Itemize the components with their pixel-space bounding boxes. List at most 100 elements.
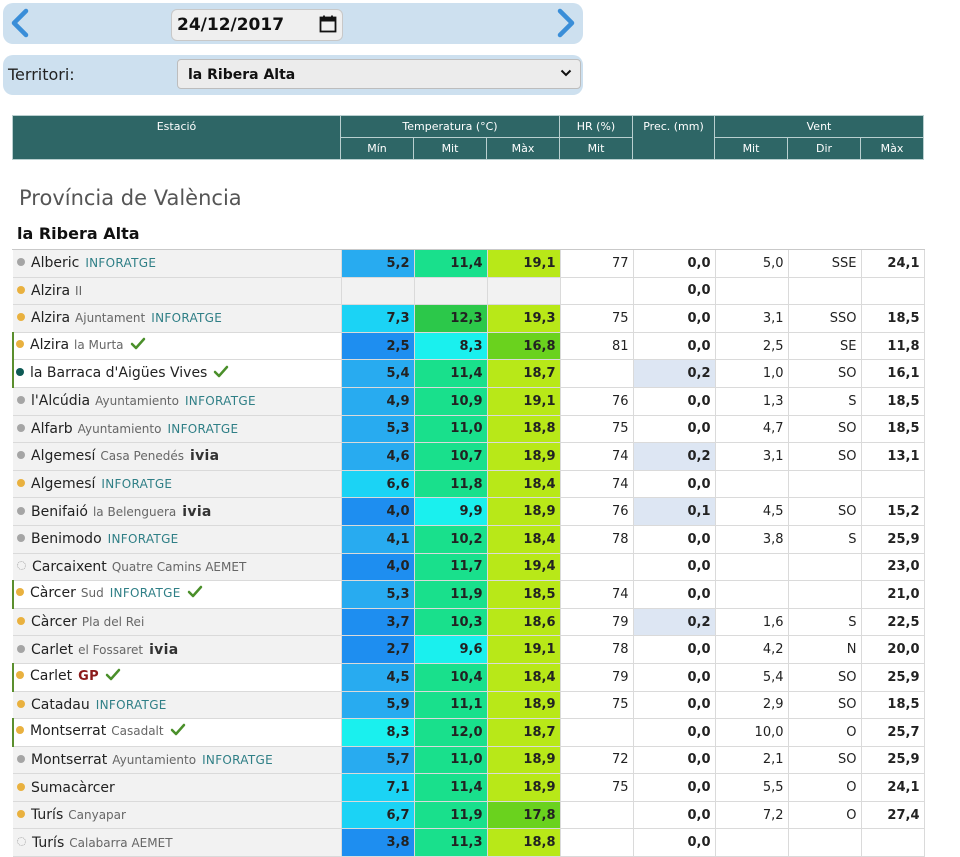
station-cell[interactable]: Benifaió la Belenguera ivia [13, 497, 342, 526]
station-name[interactable]: Carcaixent [32, 559, 107, 575]
station-cell[interactable]: Carlet GP [12, 663, 342, 692]
station-name[interactable]: Catadau [31, 697, 90, 713]
wind-max-cell: 25,9 [861, 525, 925, 554]
status-dot-icon [17, 285, 25, 294]
temp-min-cell [341, 277, 415, 306]
station-cell[interactable]: Catadau INFORATGE [13, 691, 342, 720]
wind-max-cell: 18,5 [861, 387, 925, 416]
station-subname: Ayuntamiento [95, 394, 179, 409]
chevron-left-icon [11, 8, 29, 38]
table-row[interactable]: Càrcer Pla del Rei 3,7 10,3 18,6 79 0,2 1,6 S 22,… [13, 608, 925, 637]
station-cell[interactable]: la Barraca d'Aigües Vives [12, 359, 342, 388]
source-logo: INFORATGE [95, 697, 167, 712]
station-cell[interactable]: Alberic INFORATGE [13, 250, 342, 278]
station-name[interactable]: Montserrat [30, 723, 106, 739]
station-cell[interactable]: Alzira II [13, 277, 342, 306]
station-name[interactable]: Benimodo [31, 531, 102, 547]
wind-max-cell: 24,1 [861, 773, 925, 802]
station-cell[interactable]: Montserrat Ayuntamiento INFORATGE [13, 746, 342, 775]
station-cell[interactable]: Càrcer Sud INFORATGE [12, 580, 342, 609]
station-name[interactable]: Benifaió [31, 504, 88, 520]
station-subname: Pla del Rei [81, 615, 145, 630]
previous-day-button[interactable] [5, 7, 35, 39]
station-name[interactable]: Montserrat [31, 752, 107, 768]
wind-max-cell: 24,1 [861, 250, 925, 278]
table-row[interactable]: Carcaixent Quatre Camins AEMET 4,0 11,7 19,4… [13, 553, 925, 582]
status-dot-icon [16, 340, 24, 349]
table-row[interactable]: Benifaió la Belenguera ivia 4,0 9,9 18,9 76 0,1… [13, 497, 925, 526]
table-row[interactable]: Alfarb Ayuntamiento INFORATGE 5,3 11,0 18,8 75… [13, 415, 925, 444]
humidity-cell [560, 277, 634, 306]
calendar-icon[interactable] [319, 15, 337, 33]
station-cell[interactable]: Turís Calabarra AEMET [13, 828, 342, 857]
table-row[interactable]: Alzira la Murta 2,5 8,3 16,8 81 0,0 2,5 SE 11,8 [12, 332, 925, 361]
temp-max-cell: 18,7 [487, 718, 561, 747]
station-name[interactable]: Alzira [30, 337, 69, 353]
station-cell[interactable]: Benimodo INFORATGE [13, 525, 342, 554]
station-cell[interactable]: Càrcer Pla del Rei [13, 608, 342, 637]
station-name[interactable]: Càrcer [30, 585, 76, 601]
wind-dir-cell: SO [788, 663, 862, 692]
wind-dir-cell [788, 470, 862, 499]
temp-min-cell: 4,1 [341, 525, 415, 554]
source-logo: INFORATGE [151, 311, 223, 326]
table-row[interactable]: Turís Canyapar 6,7 11,9 17,8 0,0 7,2 O 27,4 [13, 801, 925, 830]
table-row[interactable]: Alzira II 0,0 [13, 277, 925, 306]
table-row[interactable]: Montserrat Ayuntamiento INFORATGE 5,7 11,0 18… [13, 746, 925, 775]
temp-mit-cell: 11,3 [414, 828, 488, 857]
table-row[interactable]: Catadau INFORATGE 5,9 11,1 18,9 75 0,0 2,9 SO 18,… [13, 691, 925, 720]
wind-max-cell: 15,2 [861, 497, 925, 526]
station-name[interactable]: Carlet [31, 642, 73, 658]
table-row[interactable]: Alberic INFORATGE 5,2 11,4 19,1 77 0,0 5,0 SSE 24… [13, 250, 925, 278]
station-name[interactable]: Turís [31, 807, 63, 823]
station-cell[interactable]: Montserrat Casadalt [12, 718, 342, 747]
station-name[interactable]: Sumacàrcer [31, 780, 115, 796]
station-cell[interactable]: Carlet el Fossaret ivia [13, 635, 342, 664]
source-logo: INFORATGE [101, 477, 173, 492]
table-row[interactable]: Carlet el Fossaret ivia 2,7 9,6 19,1 78 0,0 4,2 N… [13, 635, 925, 664]
station-cell[interactable]: Algemesí INFORATGE [13, 470, 342, 499]
header-wind-max: Màx [860, 137, 924, 160]
station-name[interactable]: Turís [32, 835, 64, 851]
next-day-button[interactable] [551, 7, 581, 39]
temp-max-cell: 19,3 [487, 304, 561, 333]
precipitation-cell: 0,2 [633, 359, 716, 388]
station-cell[interactable]: Alzira Ajuntament INFORATGE [13, 304, 342, 333]
station-subname: Canyapar [68, 808, 126, 823]
station-cell[interactable]: Alfarb Ayuntamiento INFORATGE [13, 415, 342, 444]
station-cell[interactable]: Turís Canyapar [13, 801, 342, 830]
table-row[interactable]: Benimodo INFORATGE 4,1 10,2 18,4 78 0,0 3,8 S 25,… [13, 525, 925, 554]
station-name[interactable]: Algemesí [31, 448, 95, 464]
station-name[interactable]: Càrcer [31, 614, 77, 630]
territory-select[interactable]: la Ribera Alta [177, 59, 581, 89]
station-name[interactable]: Alzira [31, 283, 70, 299]
table-row[interactable]: Montserrat Casadalt 8,3 12,0 18,7 0,0 10,0 O 25,… [12, 718, 925, 747]
station-name[interactable]: Alfarb [31, 421, 73, 437]
precipitation-cell: 0,0 [633, 718, 716, 747]
station-name[interactable]: l'Alcúdia [31, 393, 90, 409]
date-input[interactable]: 24/12/2017 [171, 9, 343, 41]
station-cell[interactable]: Carcaixent Quatre Camins AEMET [13, 553, 342, 582]
station-name[interactable]: Algemesí [31, 476, 95, 492]
table-row[interactable]: la Barraca d'Aigües Vives 5,4 11,4 18,7 0,2 1… [12, 359, 925, 388]
table-row[interactable]: Carlet GP 4,5 10,4 18,4 79 0,0 5,4 SO 25,9 [12, 663, 925, 692]
station-name[interactable]: Carlet [30, 668, 72, 684]
table-row[interactable]: l'Alcúdia Ayuntamiento INFORATGE 4,9 10,9 19,… [13, 387, 925, 416]
station-cell[interactable]: Sumacàrcer [13, 773, 342, 802]
table-row[interactable]: Sumacàrcer 7,1 11,4 18,9 75 0,0 5,5 O 24,1 [13, 773, 925, 802]
precipitation-cell: 0,0 [633, 553, 716, 582]
station-cell[interactable]: l'Alcúdia Ayuntamiento INFORATGE [13, 387, 342, 416]
station-cell[interactable]: Alzira la Murta [12, 332, 342, 361]
table-row[interactable]: Alzira Ajuntament INFORATGE 7,3 12,3 19,3 75 0,… [13, 304, 925, 333]
station-name[interactable]: la Barraca d'Aigües Vives [30, 365, 207, 381]
station-name[interactable]: Alzira [31, 310, 70, 326]
table-row[interactable]: Algemesí Casa Penedés ivia 4,6 10,7 18,9 74 0,2… [13, 442, 925, 471]
temp-mit-cell: 11,1 [414, 691, 488, 720]
station-name[interactable]: Alberic [31, 255, 79, 271]
table-row[interactable]: Turís Calabarra AEMET 3,8 11,3 18,8 0,0 [13, 828, 925, 857]
station-subname: Ajuntament [75, 311, 146, 326]
wind-max-cell [861, 470, 925, 499]
table-row[interactable]: Càrcer Sud INFORATGE 5,3 11,9 18,5 74 0,0 21,0 [12, 580, 925, 609]
table-row[interactable]: Algemesí INFORATGE 6,6 11,8 18,4 74 0,0 [13, 470, 925, 499]
station-cell[interactable]: Algemesí Casa Penedés ivia [13, 442, 342, 471]
